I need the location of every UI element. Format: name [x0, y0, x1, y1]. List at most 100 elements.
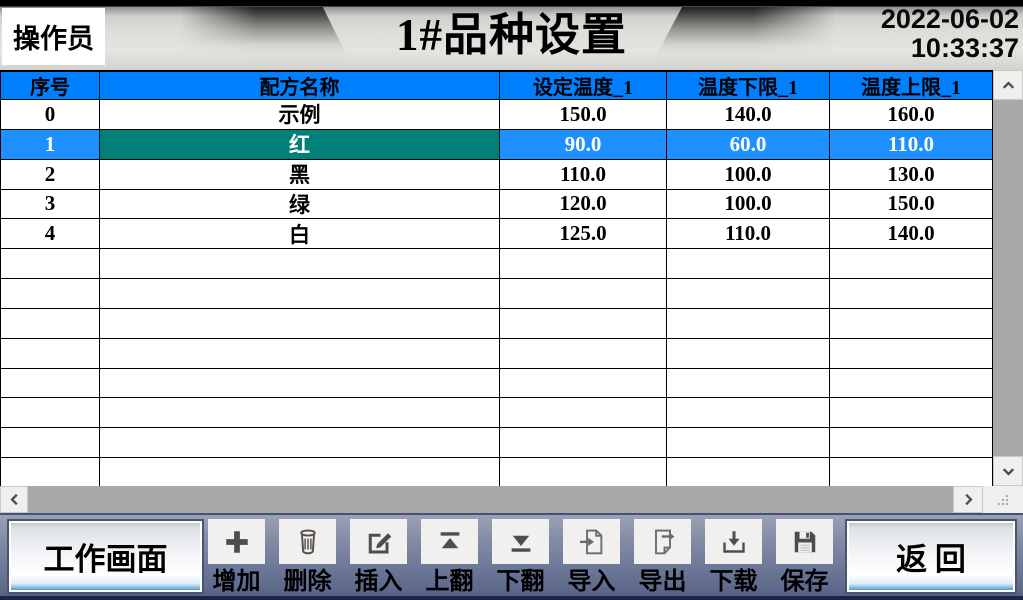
page-up-icon[interactable]	[421, 519, 478, 564]
table-row-empty[interactable]	[0, 249, 993, 279]
table-cell-empty[interactable]	[500, 309, 667, 339]
table-cell-empty[interactable]	[0, 458, 100, 486]
table-cell-empty[interactable]	[100, 249, 500, 279]
table-cell-empty[interactable]	[0, 369, 100, 399]
toolbar-button-4[interactable]: 下翻	[492, 519, 549, 595]
table-cell-empty[interactable]	[667, 249, 830, 279]
table-cell-empty[interactable]	[830, 339, 993, 369]
table-row-2[interactable]: 2黑110.0100.0130.0	[0, 160, 993, 190]
page-down-icon[interactable]	[492, 519, 549, 564]
table-row-empty[interactable]	[0, 339, 993, 369]
table-cell-2-4[interactable]: 130.0	[830, 160, 993, 190]
table-cell-empty[interactable]	[100, 428, 500, 458]
download-icon[interactable]	[705, 519, 762, 564]
toolbar-button-3[interactable]: 上翻	[421, 519, 478, 595]
table-row-3[interactable]: 3绿120.0100.0150.0	[0, 190, 993, 220]
table-cell-1-0[interactable]: 1	[0, 130, 100, 160]
toolbar-button-8[interactable]: 保存	[776, 519, 833, 595]
table-cell-0-1[interactable]: 示例	[100, 100, 500, 130]
table-cell-empty[interactable]	[100, 398, 500, 428]
table-cell-4-3[interactable]: 110.0	[667, 219, 830, 249]
table-cell-empty[interactable]	[0, 279, 100, 309]
toolbar-button-6[interactable]: 导出	[634, 519, 691, 595]
table-cell-4-0[interactable]: 4	[0, 219, 100, 249]
table-cell-2-1[interactable]: 黑	[100, 160, 500, 190]
column-header-2[interactable]: 设定温度_1	[500, 72, 667, 100]
table-row-empty[interactable]	[0, 428, 993, 458]
table-row-empty[interactable]	[0, 369, 993, 399]
work-screen-button[interactable]: 工作画面	[7, 519, 204, 594]
table-cell-empty[interactable]	[0, 309, 100, 339]
table-cell-empty[interactable]	[830, 458, 993, 486]
table-cell-2-0[interactable]: 2	[0, 160, 100, 190]
table-cell-empty[interactable]	[667, 309, 830, 339]
table-cell-0-4[interactable]: 160.0	[830, 100, 993, 130]
table-row-1[interactable]: 1红90.060.0110.0	[0, 130, 993, 160]
vertical-scrollbar[interactable]	[993, 70, 1023, 486]
horizontal-scrollbar[interactable]	[0, 486, 1023, 513]
column-header-0[interactable]: 序号	[0, 72, 100, 100]
table-cell-3-4[interactable]: 150.0	[830, 190, 993, 220]
trash-icon[interactable]	[279, 519, 336, 564]
table-row-0[interactable]: 0示例150.0140.0160.0	[0, 100, 993, 130]
import-icon[interactable]	[563, 519, 620, 564]
insert-icon[interactable]	[350, 519, 407, 564]
table-cell-4-1[interactable]: 白	[100, 219, 500, 249]
table-cell-3-3[interactable]: 100.0	[667, 190, 830, 220]
table-cell-1-3[interactable]: 60.0	[667, 130, 830, 160]
table-cell-empty[interactable]	[500, 428, 667, 458]
table-cell-empty[interactable]	[830, 369, 993, 399]
table-cell-empty[interactable]	[830, 309, 993, 339]
table-cell-empty[interactable]	[667, 279, 830, 309]
toolbar-button-0[interactable]: 增加	[208, 519, 265, 595]
table-cell-empty[interactable]	[667, 339, 830, 369]
column-header-3[interactable]: 温度下限_1	[667, 72, 830, 100]
toolbar-button-5[interactable]: 导入	[563, 519, 620, 595]
table-cell-empty[interactable]	[667, 428, 830, 458]
table-cell-empty[interactable]	[500, 398, 667, 428]
table-cell-empty[interactable]	[100, 369, 500, 399]
table-cell-empty[interactable]	[667, 458, 830, 486]
table-row-empty[interactable]	[0, 458, 993, 486]
table-cell-empty[interactable]	[830, 249, 993, 279]
table-cell-empty[interactable]	[100, 458, 500, 486]
table-cell-empty[interactable]	[830, 279, 993, 309]
table-cell-3-2[interactable]: 120.0	[500, 190, 667, 220]
plus-icon[interactable]	[208, 519, 265, 564]
table-row-4[interactable]: 4白125.0110.0140.0	[0, 219, 993, 249]
table-cell-4-4[interactable]: 140.0	[830, 219, 993, 249]
scroll-down-button[interactable]	[993, 456, 1023, 486]
table-cell-empty[interactable]	[0, 339, 100, 369]
table-row-empty[interactable]	[0, 398, 993, 428]
table-cell-empty[interactable]	[0, 428, 100, 458]
table-cell-empty[interactable]	[100, 279, 500, 309]
scroll-left-button[interactable]	[0, 486, 28, 513]
column-header-1[interactable]: 配方名称	[100, 72, 500, 100]
table-cell-0-3[interactable]: 140.0	[667, 100, 830, 130]
table-cell-0-2[interactable]: 150.0	[500, 100, 667, 130]
toolbar-button-2[interactable]: 插入	[350, 519, 407, 595]
table-cell-2-2[interactable]: 110.0	[500, 160, 667, 190]
table-cell-empty[interactable]	[100, 309, 500, 339]
table-cell-3-0[interactable]: 3	[0, 190, 100, 220]
column-header-4[interactable]: 温度上限_1	[830, 72, 993, 100]
table-cell-1-4[interactable]: 110.0	[830, 130, 993, 160]
table-row-empty[interactable]	[0, 279, 993, 309]
table-cell-empty[interactable]	[500, 339, 667, 369]
toolbar-button-7[interactable]: 下载	[705, 519, 762, 595]
table-cell-1-1[interactable]: 红	[100, 130, 500, 160]
table-cell-4-2[interactable]: 125.0	[500, 219, 667, 249]
scroll-right-button[interactable]	[953, 486, 983, 513]
table-cell-3-1[interactable]: 绿	[100, 190, 500, 220]
scroll-up-button[interactable]	[993, 70, 1023, 100]
toolbar-button-1[interactable]: 删除	[279, 519, 336, 595]
export-icon[interactable]	[634, 519, 691, 564]
table-cell-empty[interactable]	[0, 249, 100, 279]
resize-grip[interactable]	[983, 486, 1023, 513]
table-cell-empty[interactable]	[0, 398, 100, 428]
table-cell-empty[interactable]	[500, 458, 667, 486]
table-cell-empty[interactable]	[667, 369, 830, 399]
table-cell-2-3[interactable]: 100.0	[667, 160, 830, 190]
table-cell-empty[interactable]	[500, 249, 667, 279]
table-cell-empty[interactable]	[830, 398, 993, 428]
